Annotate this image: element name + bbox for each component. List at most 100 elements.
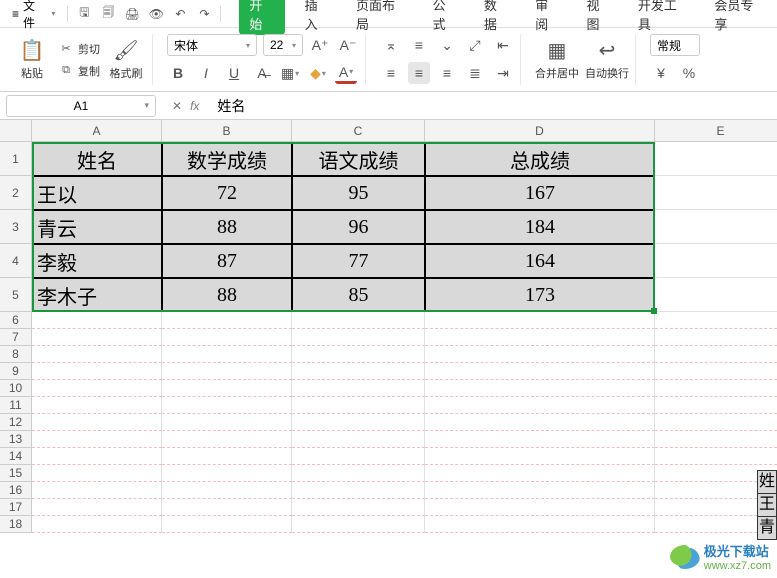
cell[interactable] <box>32 329 162 346</box>
format-painter-button[interactable]: 🖌 格式刷 <box>106 38 146 81</box>
print-icon[interactable]: 🖨 <box>122 4 142 24</box>
cell[interactable] <box>655 363 777 380</box>
row-header[interactable]: 2 <box>0 176 32 210</box>
tab-member[interactable]: 会员专享 <box>708 0 771 35</box>
merge-center-button[interactable]: ▦ 合并居中 <box>535 38 579 81</box>
align-left-icon[interactable]: ≡ <box>380 62 402 84</box>
strikethrough-button[interactable]: A̶ <box>251 62 273 84</box>
save-icon[interactable]: 🖫 <box>74 4 94 24</box>
cell[interactable] <box>162 482 292 499</box>
cell[interactable] <box>32 414 162 431</box>
redo-icon[interactable]: ↷ <box>194 4 214 24</box>
cell[interactable]: 88 <box>162 278 292 312</box>
cell[interactable] <box>162 448 292 465</box>
cell[interactable]: 88 <box>162 210 292 244</box>
row-header[interactable]: 18 <box>0 516 32 533</box>
cell[interactable] <box>162 516 292 533</box>
cell[interactable]: 77 <box>292 244 425 278</box>
cell[interactable]: 85 <box>292 278 425 312</box>
column-header[interactable]: C <box>292 120 425 142</box>
row-header[interactable]: 1 <box>0 142 32 176</box>
cell[interactable]: 184 <box>425 210 655 244</box>
row-header[interactable]: 3 <box>0 210 32 244</box>
cell[interactable] <box>425 312 655 329</box>
cell[interactable] <box>32 482 162 499</box>
cell[interactable] <box>655 346 777 363</box>
cell[interactable] <box>32 363 162 380</box>
cell[interactable] <box>655 380 777 397</box>
cell[interactable] <box>655 176 777 210</box>
cell[interactable] <box>425 516 655 533</box>
cell[interactable] <box>162 363 292 380</box>
row-header[interactable]: 12 <box>0 414 32 431</box>
cell[interactable] <box>32 397 162 414</box>
cell[interactable] <box>425 329 655 346</box>
spreadsheet-grid[interactable]: ABCDE 123456789101112131415161718 姓名数学成绩… <box>0 120 777 560</box>
border-button[interactable]: ▦▾ <box>279 62 301 84</box>
cell[interactable] <box>292 363 425 380</box>
wrap-text-button[interactable]: ↩ 自动换行 <box>585 38 629 81</box>
cell[interactable]: 72 <box>162 176 292 210</box>
row-header[interactable]: 9 <box>0 363 32 380</box>
cell[interactable] <box>32 431 162 448</box>
cell[interactable] <box>292 414 425 431</box>
underline-button[interactable]: U <box>223 62 245 84</box>
tab-page-layout[interactable]: 页面布局 <box>350 0 413 35</box>
cell[interactable] <box>425 465 655 482</box>
file-menu[interactable]: ≡ 文件 ▾ <box>6 0 61 33</box>
align-right-icon[interactable]: ≡ <box>436 62 458 84</box>
cell[interactable]: 数学成绩 <box>162 142 292 176</box>
row-header[interactable]: 17 <box>0 499 32 516</box>
row-header[interactable]: 14 <box>0 448 32 465</box>
cell[interactable] <box>425 363 655 380</box>
cell[interactable] <box>162 431 292 448</box>
cell[interactable] <box>292 482 425 499</box>
cell[interactable] <box>292 465 425 482</box>
tab-developer[interactable]: 开发工具 <box>632 0 695 35</box>
row-header[interactable]: 7 <box>0 329 32 346</box>
cell[interactable]: 李毅 <box>32 244 162 278</box>
bold-button[interactable]: B <box>167 62 189 84</box>
cell[interactable] <box>425 380 655 397</box>
cell[interactable] <box>425 397 655 414</box>
italic-button[interactable]: I <box>195 62 217 84</box>
cell[interactable] <box>655 431 777 448</box>
number-format-select[interactable]: 常规 <box>650 34 700 56</box>
row-header[interactable]: 4 <box>0 244 32 278</box>
cell[interactable] <box>425 482 655 499</box>
cell[interactable] <box>655 278 777 312</box>
column-header[interactable]: E <box>655 120 777 142</box>
cell[interactable] <box>655 448 777 465</box>
cell[interactable] <box>292 397 425 414</box>
print-preview-icon[interactable]: 👁 <box>146 4 166 24</box>
cell[interactable] <box>292 312 425 329</box>
column-header[interactable]: B <box>162 120 292 142</box>
row-header[interactable]: 8 <box>0 346 32 363</box>
orientation-icon[interactable]: ⤢ <box>464 34 486 56</box>
name-box[interactable]: A1 ▾ <box>6 95 156 117</box>
cell[interactable] <box>32 312 162 329</box>
cell[interactable] <box>655 210 777 244</box>
cell[interactable] <box>425 448 655 465</box>
cell[interactable] <box>292 431 425 448</box>
font-color-button[interactable]: A▾ <box>335 62 357 84</box>
tab-formulas[interactable]: 公式 <box>427 0 464 35</box>
cell[interactable] <box>655 397 777 414</box>
cell[interactable] <box>425 431 655 448</box>
align-middle-icon[interactable]: ≡ <box>408 34 430 56</box>
font-size-select[interactable]: 22 ▾ <box>263 34 303 56</box>
select-all-corner[interactable] <box>0 120 32 142</box>
align-center-icon[interactable]: ≡ <box>408 62 430 84</box>
cut-button[interactable]: ✂ 剪切 <box>58 41 100 57</box>
tab-start[interactable]: 开始 <box>239 0 284 35</box>
cell[interactable] <box>162 397 292 414</box>
percent-button[interactable]: % <box>678 62 700 84</box>
cell[interactable] <box>655 329 777 346</box>
currency-button[interactable]: ¥ <box>650 62 672 84</box>
cell[interactable]: 164 <box>425 244 655 278</box>
cell[interactable] <box>655 142 777 176</box>
column-header[interactable]: D <box>425 120 655 142</box>
cell[interactable] <box>32 499 162 516</box>
cell[interactable] <box>162 346 292 363</box>
paste-button[interactable]: 📋 粘贴 <box>12 38 52 81</box>
